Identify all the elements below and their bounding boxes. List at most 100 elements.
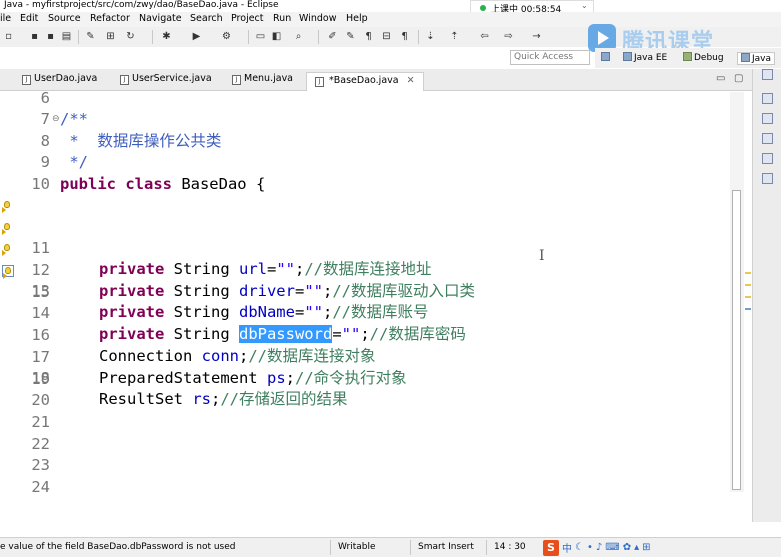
ime-toolbar[interactable]: S 中 ☾ • ♪ ⌨ ✿ ▴ ⊞ [543, 539, 651, 556]
problems-view-icon[interactable] [762, 173, 773, 184]
menu-navigate[interactable]: Navigate [139, 13, 182, 24]
sogou-ime-icon[interactable]: S [543, 539, 559, 556]
next-annotation-icon[interactable]: ⇣ [424, 30, 437, 43]
new-icon[interactable]: ▫ [2, 30, 15, 43]
open-perspective-icon[interactable] [601, 52, 612, 63]
block-select-icon[interactable]: ⊟ [380, 30, 393, 43]
warning-marker-icon[interactable] [2, 200, 14, 213]
menu-search[interactable]: Search [190, 13, 223, 24]
punctuation-icon[interactable]: • [587, 542, 593, 553]
perspective-debug[interactable]: Debug [683, 52, 724, 63]
grid-menu-icon[interactable]: ⊞ [642, 542, 650, 553]
annotation-icon[interactable]: ✐ [326, 30, 339, 43]
code-line: 20 [0, 390, 730, 411]
close-icon[interactable]: ✕ [407, 75, 415, 86]
warning-marker-icon[interactable] [2, 222, 14, 235]
print-icon[interactable]: ▤ [60, 30, 73, 43]
status-insert-mode[interactable]: Smart Insert [418, 542, 474, 552]
menu-help[interactable]: Help [346, 13, 368, 24]
quick-access-input[interactable]: Quick Access [510, 50, 590, 65]
outline-view-icon[interactable] [762, 93, 773, 104]
status-bar: e value of the field BaseDao.dbPassword … [0, 537, 781, 557]
microphone-icon[interactable]: ♪ [596, 542, 602, 553]
menu-refactor[interactable]: Refactor [90, 13, 130, 24]
refresh-icon[interactable]: ↻ [124, 30, 137, 43]
menu-edit[interactable]: Edit [20, 13, 38, 24]
console-view-icon[interactable] [762, 153, 773, 164]
toolbar-separator [152, 30, 153, 44]
overview-ruler[interactable] [744, 92, 752, 522]
keyboard-icon[interactable]: ⌨ [605, 542, 619, 553]
line-number: 20 [31, 391, 50, 409]
open-folder-icon[interactable]: ▭ [254, 30, 267, 43]
scrollbar-thumb[interactable] [732, 190, 741, 490]
edit-icon[interactable]: ✎ [84, 30, 97, 43]
show-whitespace-icon[interactable]: ¶ [398, 30, 411, 43]
chevron-down-icon[interactable]: ⌄ [581, 1, 588, 10]
save-all-icon[interactable]: ▪ [44, 30, 57, 43]
menu-source[interactable]: Source [48, 13, 81, 24]
skin-icon[interactable]: ✿ [623, 542, 631, 553]
toolbar-separator [248, 30, 249, 44]
menu-project[interactable]: Project [231, 13, 264, 24]
at-annotation-icon[interactable] [762, 133, 773, 144]
warning-marker-icon[interactable] [2, 265, 14, 279]
moon-icon[interactable]: ☾ [575, 542, 584, 553]
save-icon[interactable]: ▪ [28, 30, 41, 43]
line-number: 8 [40, 132, 50, 150]
external-tools-icon[interactable]: ⚙ [220, 30, 233, 43]
horizontal-scrollbar[interactable] [18, 493, 738, 521]
javadoc-text: * 数据库操作公共类 [60, 132, 222, 150]
overview-warning-mark[interactable] [745, 284, 751, 286]
code-line: 18 ResultSet rs;//存储返回的结果 [0, 347, 730, 408]
debug-icon[interactable]: ✱ [160, 30, 173, 43]
code-line: 7 ⊖/** [0, 109, 730, 130]
menu-run[interactable]: Run [273, 13, 291, 24]
menu-file[interactable]: ile [0, 13, 11, 24]
line-number: 19 [31, 370, 50, 388]
java-ee-icon [623, 52, 632, 61]
toggle-mark-icon[interactable]: ✎ [344, 30, 357, 43]
right-trim-bar [752, 69, 781, 522]
ime-mode-label[interactable]: 中 [562, 540, 572, 555]
grid-icon[interactable]: ⊞ [104, 30, 117, 43]
previous-annotation-icon[interactable]: ⇡ [448, 30, 461, 43]
mouse-ibeam-cursor: I [539, 248, 545, 264]
perspective-java-ee[interactable]: Java EE [623, 52, 667, 63]
menu-window[interactable]: Window [299, 13, 336, 24]
restore-icon[interactable] [762, 69, 773, 80]
overview-warning-mark[interactable] [745, 296, 751, 298]
forward-icon[interactable]: → [530, 30, 543, 43]
code-line: 23 [0, 455, 730, 476]
toolbar-separator [78, 30, 79, 44]
task-list-icon[interactable] [762, 113, 773, 124]
open-type-icon[interactable]: ◧ [270, 30, 283, 43]
code-line: 10 public class BaseDao { [0, 174, 730, 195]
status-cursor-position: 14 : 30 [494, 542, 526, 552]
maximize-icon[interactable]: ▢ [734, 73, 743, 84]
live-indicator-icon [480, 5, 486, 11]
whitespace-icon[interactable]: ¶ [362, 30, 375, 43]
code-line: 13 private String dbName="";//数据库账号 [0, 239, 730, 321]
code-line: 15 [0, 282, 730, 303]
vertical-scrollbar[interactable] [730, 92, 744, 492]
warning-marker-icon[interactable] [2, 243, 14, 256]
forward-icon[interactable]: ⇨ [502, 30, 515, 43]
back-icon[interactable]: ⇦ [478, 30, 491, 43]
class-declaration: BaseDao { [171, 175, 266, 193]
overview-warning-mark[interactable] [745, 272, 751, 274]
minimize-icon[interactable]: ▭ [716, 73, 725, 84]
perspective-java[interactable]: Java [737, 52, 776, 65]
line-number: 7 [40, 110, 50, 128]
search-icon[interactable]: ⌕ [292, 30, 305, 43]
code-editor[interactable]: 6 7 ⊖/** 8 * 数据库操作公共类 9 */ 10 public class… [0, 89, 752, 522]
javadoc-open: /** [60, 110, 88, 128]
status-separator [486, 540, 487, 555]
shirt-icon[interactable]: ▴ [634, 542, 639, 553]
fold-toggle-icon[interactable]: ⊖ [52, 109, 60, 130]
java-icon [741, 53, 750, 62]
overview-occurrence-mark[interactable] [745, 308, 751, 310]
run-icon[interactable]: ▶ [190, 30, 203, 43]
status-separator [410, 540, 411, 555]
window-titlebar: Java - myfirstproject/src/com/zwy/dao/Ba… [0, 0, 781, 12]
